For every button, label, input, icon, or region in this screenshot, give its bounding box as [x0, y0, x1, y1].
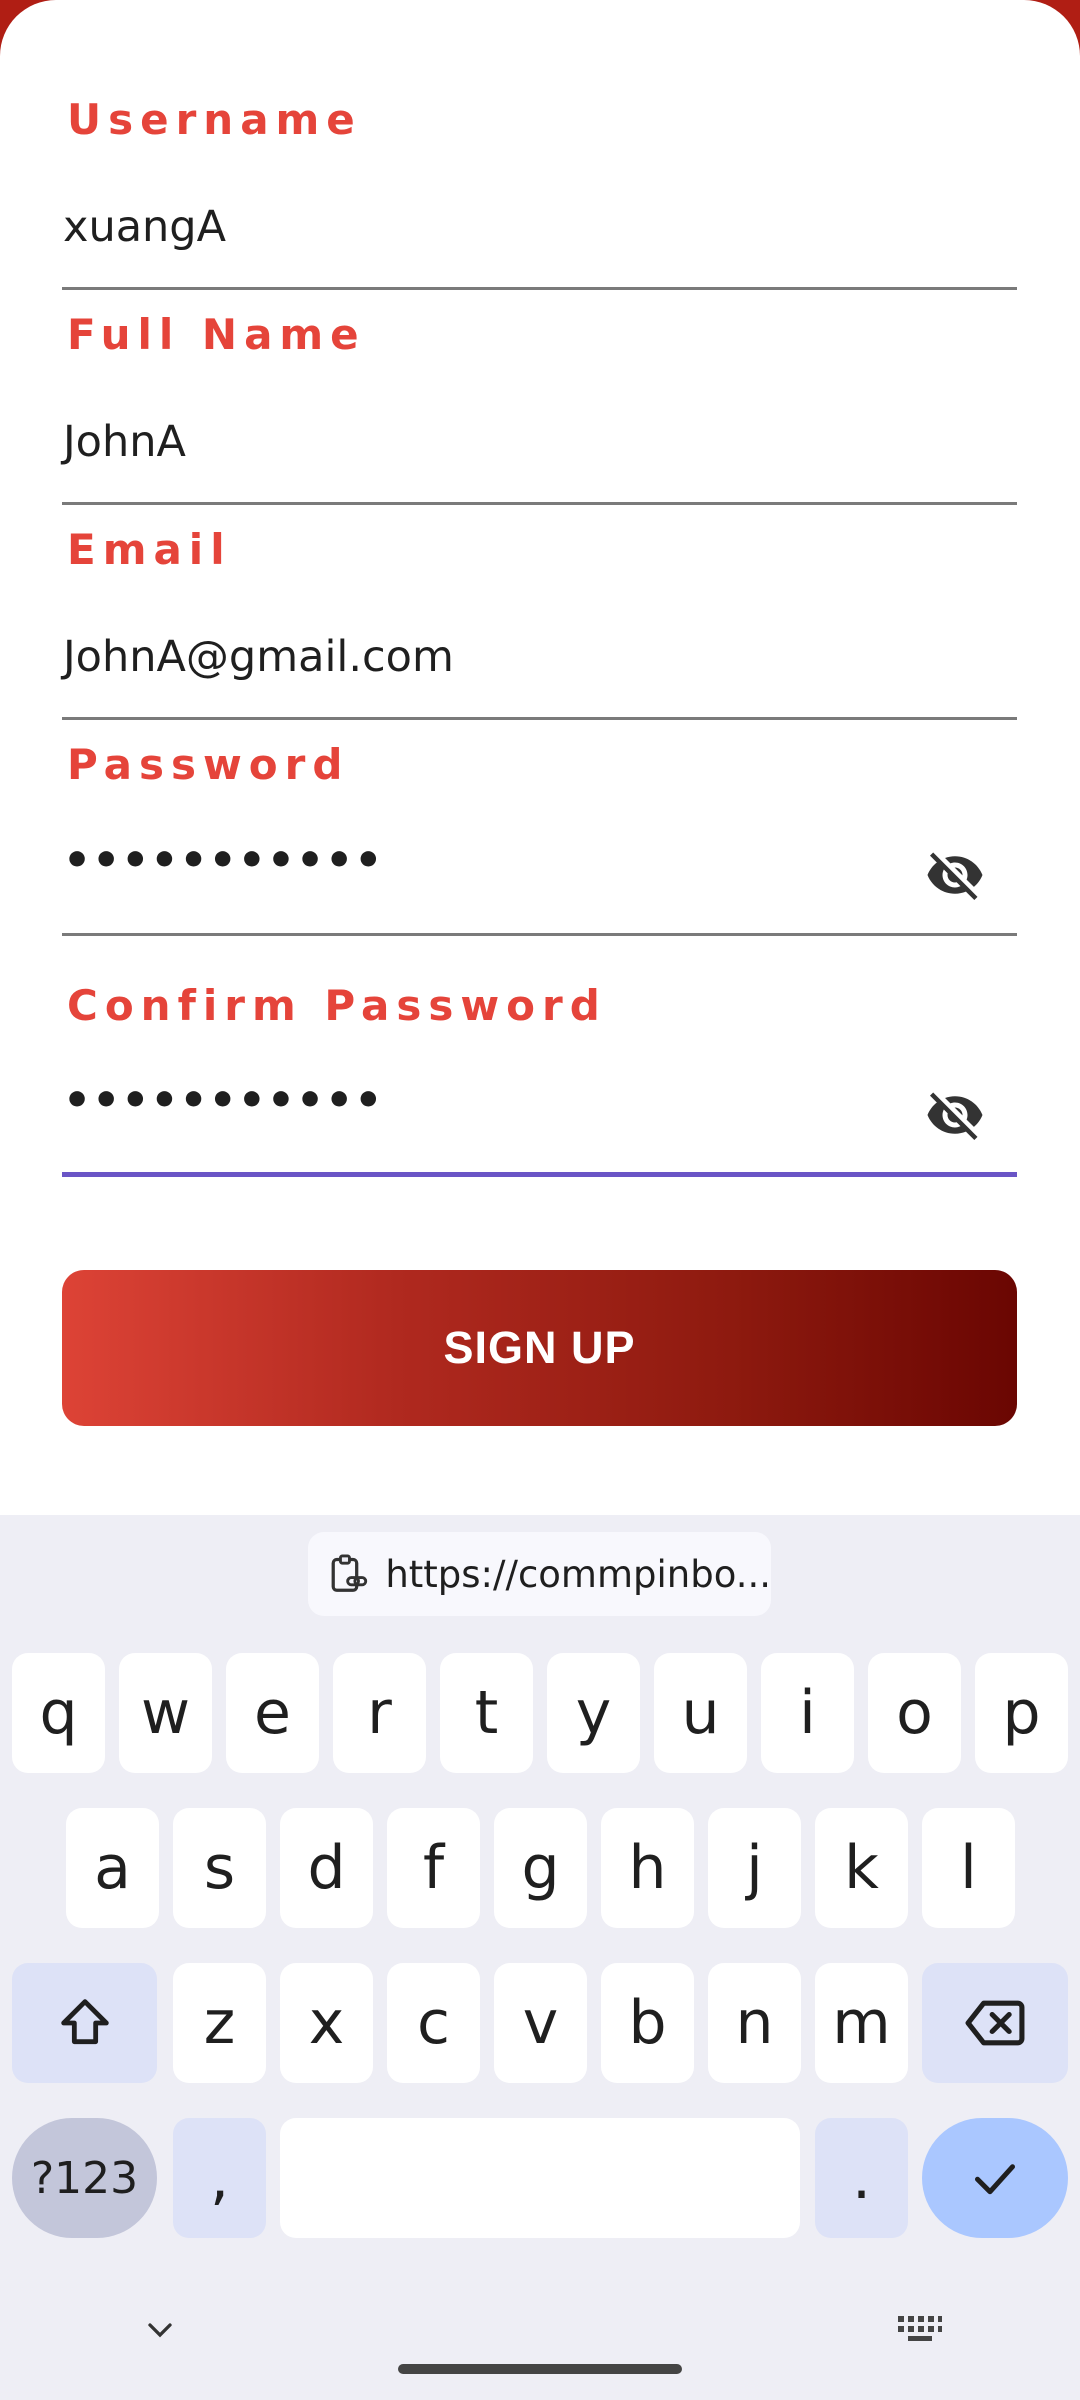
clipboard-link-icon — [331, 1554, 368, 1592]
key-f[interactable]: f — [387, 1808, 480, 1928]
key-o[interactable]: o — [868, 1653, 961, 1773]
key-k[interactable]: k — [815, 1808, 908, 1928]
symbols-key[interactable]: ?123 — [12, 2118, 157, 2238]
key-u[interactable]: u — [654, 1653, 747, 1773]
keyboard-icon[interactable] — [896, 2310, 944, 2350]
backspace-key[interactable] — [922, 1963, 1068, 2083]
chevron-down-icon[interactable] — [140, 2310, 180, 2350]
key-p[interactable]: p — [975, 1653, 1068, 1773]
backspace-icon — [965, 2000, 1025, 2046]
key-j[interactable]: j — [708, 1808, 801, 1928]
key-y[interactable]: y — [547, 1653, 640, 1773]
shift-key[interactable] — [12, 1963, 157, 2083]
confirm-password-underline — [62, 1172, 1017, 1177]
password-underline — [62, 933, 1017, 936]
password-input[interactable]: ••••••••••• — [63, 835, 383, 886]
key-l[interactable]: l — [922, 1808, 1015, 1928]
email-underline — [62, 717, 1017, 720]
key-q[interactable]: q — [12, 1653, 105, 1773]
key-g[interactable]: g — [494, 1808, 587, 1928]
username-underline — [62, 287, 1017, 290]
email-input[interactable]: JohnA@gmail.com — [63, 632, 454, 682]
visibility-off-icon[interactable] — [920, 845, 990, 905]
soft-keyboard: https://commpinbo... q w e r t y u i o p… — [0, 1515, 1080, 2400]
key-i[interactable]: i — [761, 1653, 854, 1773]
key-t[interactable]: t — [440, 1653, 533, 1773]
key-x[interactable]: x — [280, 1963, 373, 2083]
shift-icon — [60, 1999, 109, 2045]
space-key[interactable] — [280, 2118, 800, 2238]
confirm-password-label: Confirm Password — [67, 981, 607, 1030]
confirm-password-input[interactable]: ••••••••••• — [63, 1075, 383, 1126]
key-m[interactable]: m — [815, 1963, 908, 2083]
password-label: Password — [67, 740, 350, 789]
checkmark-icon — [975, 2164, 1015, 2195]
key-e[interactable]: e — [226, 1653, 319, 1773]
enter-key[interactable] — [922, 2118, 1068, 2238]
fullname-input[interactable]: JohnA — [63, 417, 186, 467]
key-c[interactable]: c — [387, 1963, 480, 2083]
key-r[interactable]: r — [333, 1653, 426, 1773]
comma-key[interactable]: , — [173, 2118, 266, 2238]
fullname-label: Full Name — [67, 310, 366, 359]
sign-up-button[interactable]: SIGN UP — [62, 1270, 1017, 1426]
period-key[interactable]: . — [815, 2118, 908, 2238]
key-z[interactable]: z — [173, 1963, 266, 2083]
signup-form-sheet: Username xuangA Full Name JohnA Email Jo… — [0, 0, 1080, 1515]
home-indicator[interactable] — [398, 2364, 682, 2374]
key-a[interactable]: a — [66, 1808, 159, 1928]
key-h[interactable]: h — [601, 1808, 694, 1928]
key-s[interactable]: s — [173, 1808, 266, 1928]
key-b[interactable]: b — [601, 1963, 694, 2083]
email-label: Email — [67, 525, 232, 574]
username-label: Username — [67, 95, 362, 144]
clipboard-suggestion-chip[interactable]: https://commpinbo... — [308, 1532, 771, 1616]
visibility-off-icon[interactable] — [920, 1085, 990, 1145]
username-input[interactable]: xuangA — [63, 202, 226, 252]
key-d[interactable]: d — [280, 1808, 373, 1928]
key-w[interactable]: w — [119, 1653, 212, 1773]
fullname-underline — [62, 502, 1017, 505]
key-n[interactable]: n — [708, 1963, 801, 2083]
clipboard-text: https://commpinbo... — [385, 1552, 771, 1596]
key-v[interactable]: v — [494, 1963, 587, 2083]
